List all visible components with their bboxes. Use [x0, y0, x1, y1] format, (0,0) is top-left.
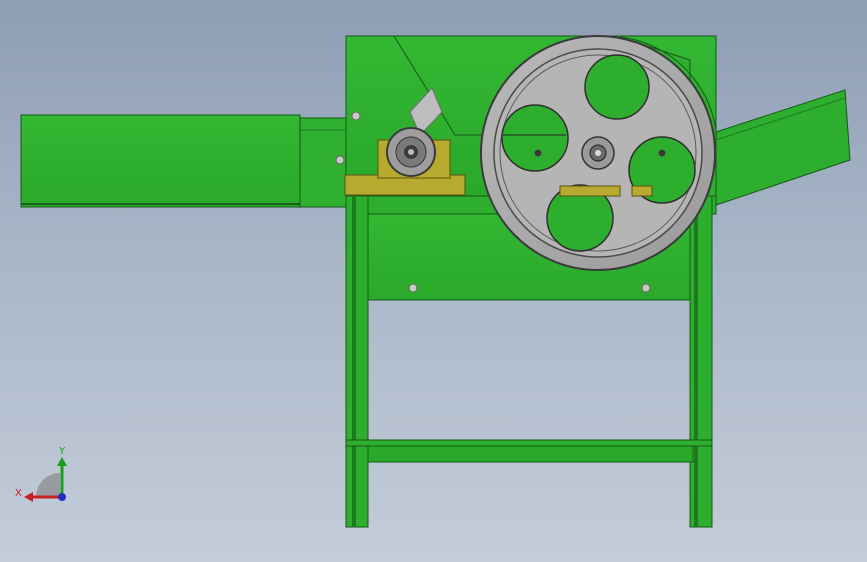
discharge-chute — [715, 89, 851, 206]
axis-triad: Y X — [15, 446, 67, 502]
x-axis-label: X — [15, 488, 22, 499]
pulley-wheel — [480, 35, 716, 271]
feed-chute — [20, 114, 347, 208]
machine-model: Y X — [15, 35, 851, 528]
cad-viewport[interactable]: Y X — [0, 0, 867, 562]
y-axis-label: Y — [58, 446, 66, 457]
